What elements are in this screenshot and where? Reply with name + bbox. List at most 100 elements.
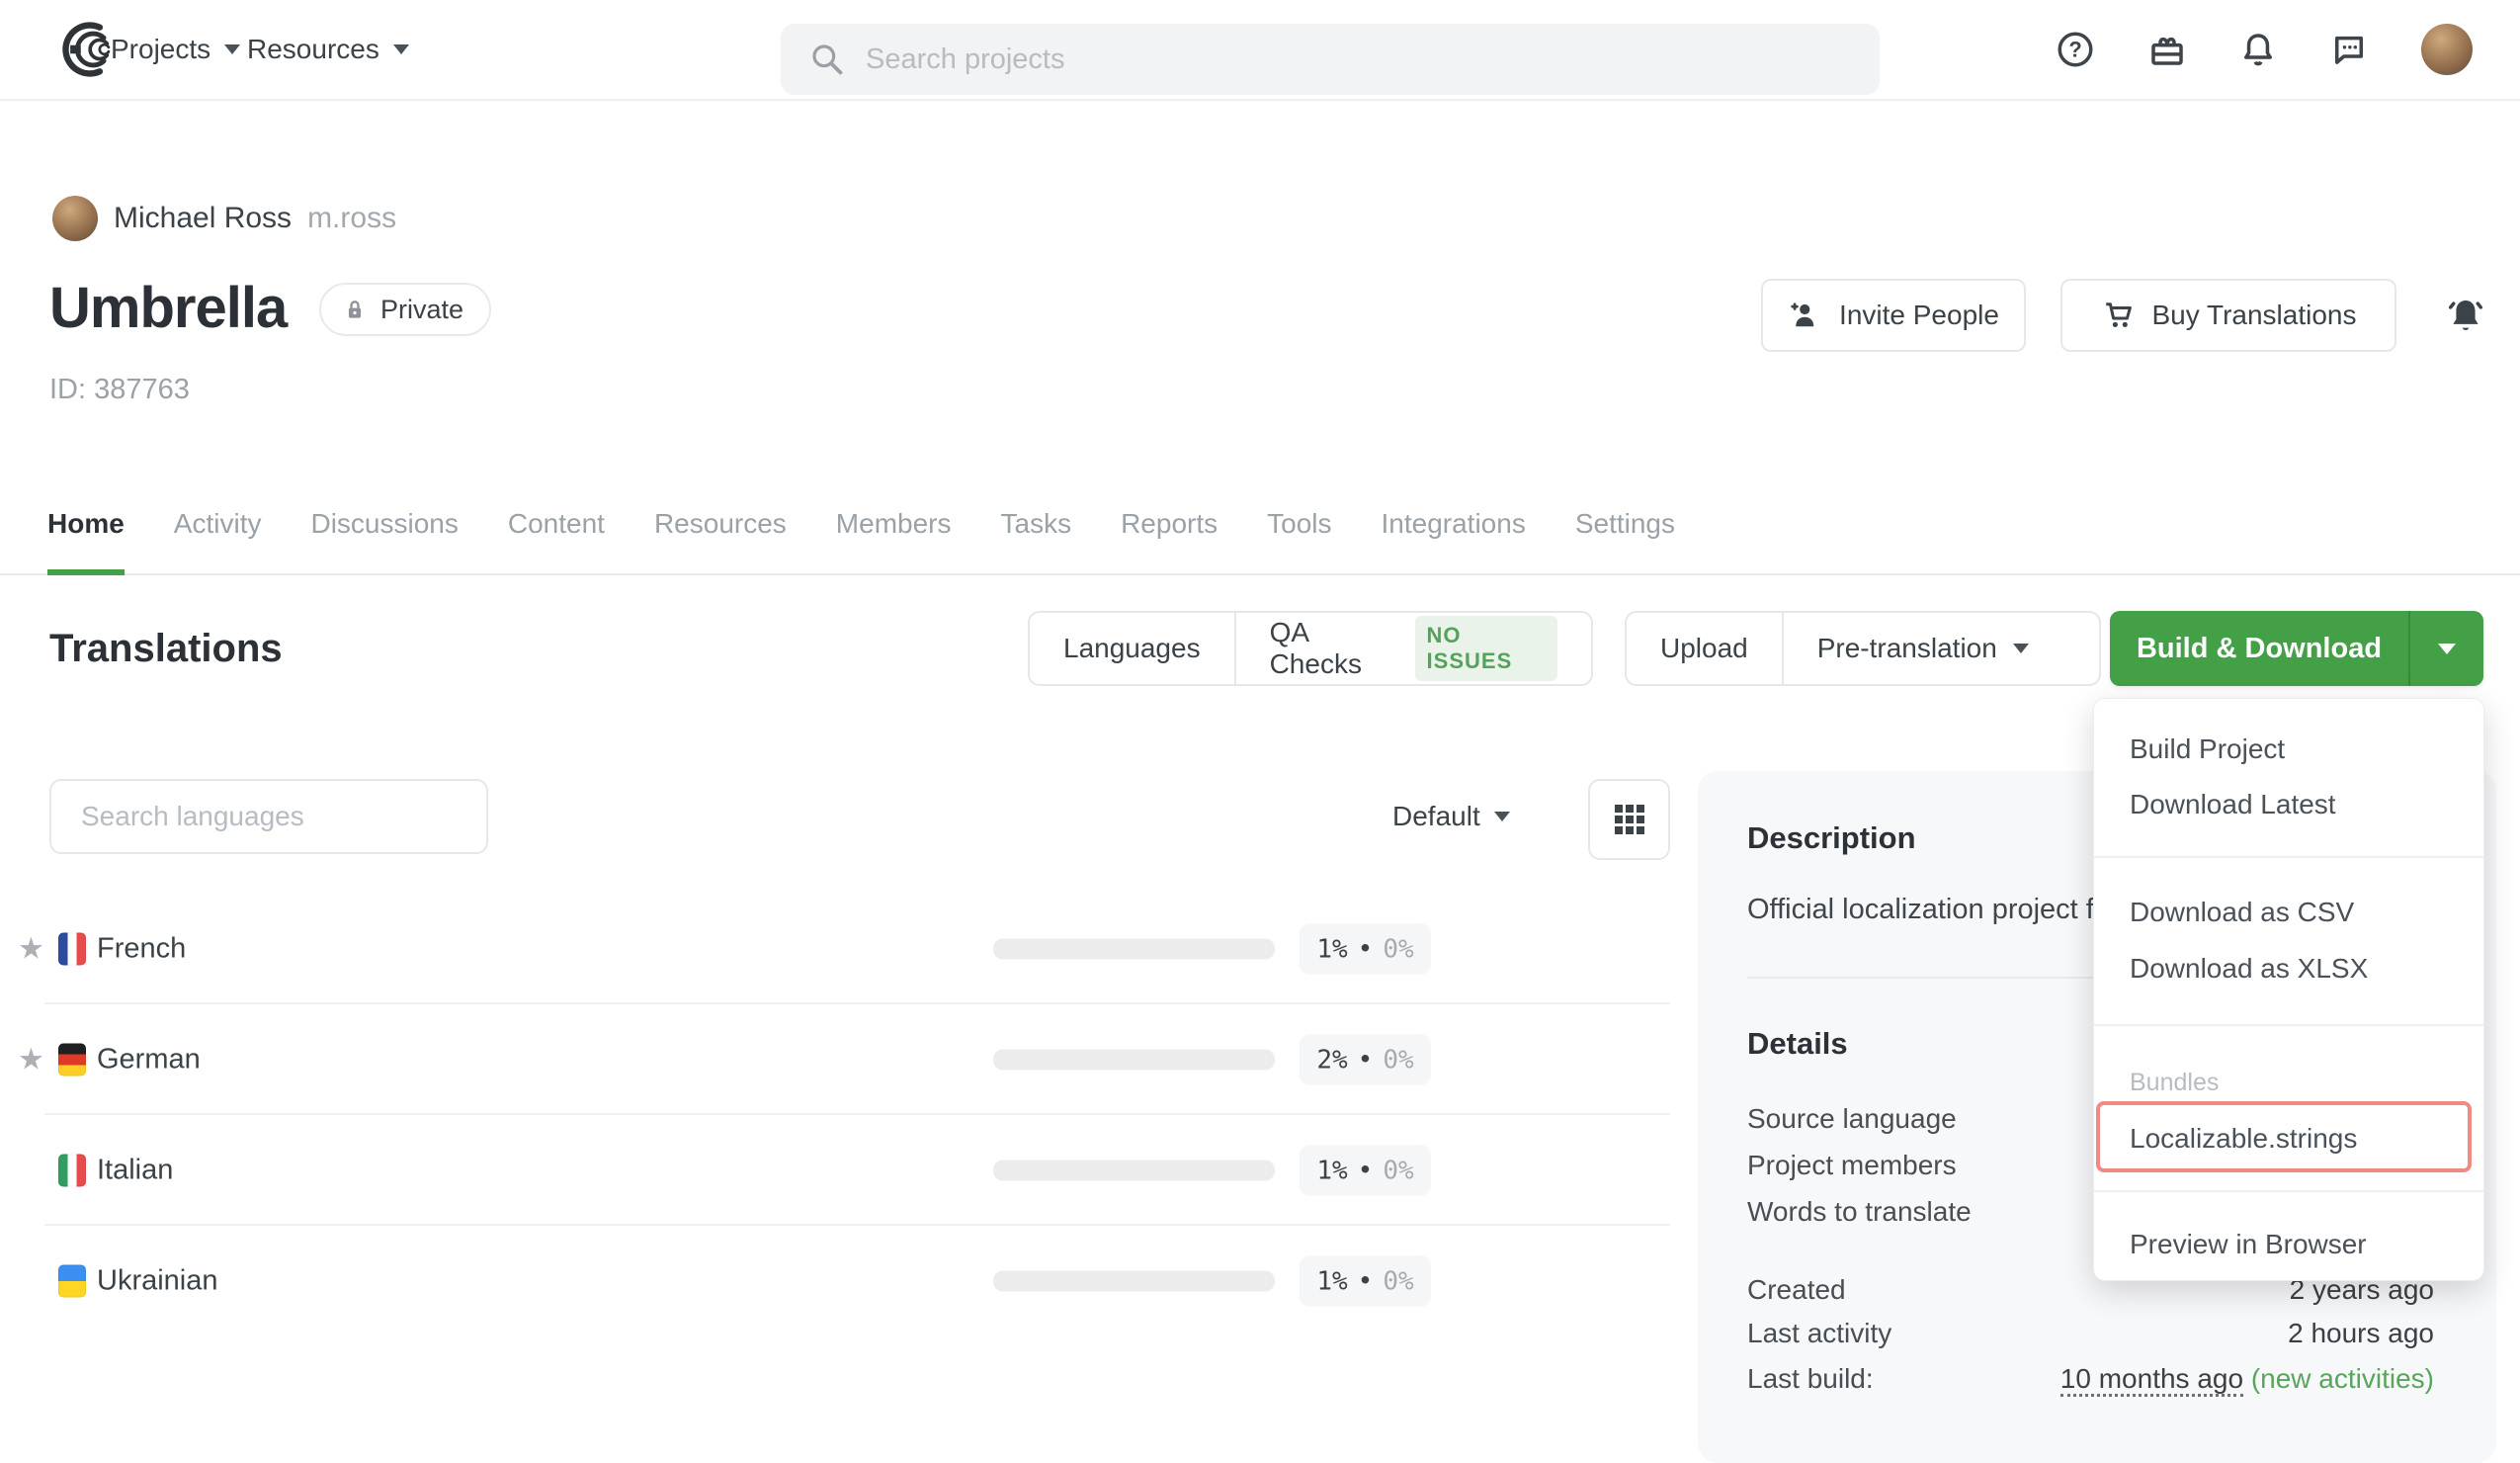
detail-row-last-build: Last build: 10 months ago (new activitie… [1747, 1363, 2434, 1395]
detail-row-last-activity: Last activity 2 hours ago [1747, 1318, 2434, 1349]
help-icon[interactable]: ? [2055, 29, 2096, 70]
translations-heading: Translations [49, 627, 283, 671]
tab-content[interactable]: Content [508, 492, 605, 575]
app-logo[interactable] [51, 16, 119, 83]
dot-separator: • [1358, 934, 1374, 964]
chevron-down-icon [393, 44, 409, 54]
approved-percent: 0% [1383, 1266, 1413, 1296]
messages-icon[interactable] [2328, 29, 2370, 70]
nav-projects-menu[interactable]: Projects [111, 0, 240, 99]
menu-item-download-csv[interactable]: Download as CSV [2130, 897, 2354, 928]
dot-separator: • [1358, 1045, 1374, 1075]
nav-resources-menu[interactable]: Resources [247, 0, 409, 99]
language-list: ★ French 1% • 0% ★ German 2% • 0% Italia… [0, 894, 1680, 1338]
menu-item-preview-in-browser[interactable]: Preview in Browser [2130, 1229, 2367, 1260]
menu-section-bundles: Bundles [2130, 1069, 2219, 1097]
privacy-badge: Private [319, 283, 491, 336]
menu-item-build-project[interactable]: Build Project [2130, 733, 2285, 765]
upload-button[interactable]: Upload [1627, 613, 1782, 684]
approved-percent: 0% [1383, 934, 1413, 964]
menu-divider [2094, 1190, 2483, 1192]
privacy-badge-label: Private [380, 295, 463, 325]
page-title: Umbrella [49, 275, 287, 341]
detail-value: 2 hours ago [2288, 1318, 2434, 1349]
pretranslation-button[interactable]: Pre-translation [1782, 613, 2062, 684]
approved-percent: 0% [1383, 1045, 1413, 1075]
user-avatar[interactable] [2421, 24, 2473, 75]
tab-activity[interactable]: Activity [174, 492, 262, 575]
language-name[interactable]: French [97, 933, 186, 966]
translation-progress-bar [993, 939, 1275, 960]
tab-tasks[interactable]: Tasks [1001, 492, 1072, 575]
language-name[interactable]: Italian [97, 1155, 173, 1187]
translation-progress-bar [993, 1050, 1275, 1071]
detail-label: Project members [1747, 1150, 1957, 1181]
progress-badge: 1% • 0% [1300, 924, 1431, 975]
translation-progress-bar [993, 1161, 1275, 1181]
menu-item-download-latest[interactable]: Download Latest [2130, 789, 2336, 820]
top-navbar: Projects Resources ? [0, 0, 2520, 101]
new-activities-link[interactable]: (new activities) [2251, 1363, 2434, 1394]
invite-people-button[interactable]: Invite People [1761, 279, 2026, 352]
languages-button[interactable]: Languages [1030, 613, 1234, 684]
languages-qa-group: Languages QA Checks NO ISSUES [1028, 611, 1593, 686]
gift-icon[interactable] [2146, 29, 2188, 70]
language-row-french[interactable]: ★ French 1% • 0% [0, 894, 1680, 1004]
detail-label: Last activity [1747, 1318, 1891, 1349]
bell-icon[interactable] [2237, 29, 2279, 70]
svg-text:?: ? [2068, 37, 2081, 61]
german-flag-icon [58, 1044, 86, 1076]
project-notifications-bell-icon[interactable] [2443, 293, 2488, 338]
sort-dropdown[interactable]: Default [1392, 789, 1510, 844]
build-download-menu-toggle[interactable] [2408, 611, 2483, 686]
last-build-link[interactable]: 10 months ago [2060, 1363, 2243, 1397]
tab-resources[interactable]: Resources [654, 492, 787, 575]
tab-members[interactable]: Members [836, 492, 952, 575]
tab-discussions[interactable]: Discussions [310, 492, 458, 575]
project-owner[interactable]: Michael Ross m.ross [52, 196, 396, 241]
build-download-button[interactable]: Build & Download [2110, 611, 2408, 686]
owner-username: m.ross [307, 202, 396, 235]
qa-checks-button[interactable]: QA Checks NO ISSUES [1234, 613, 1591, 684]
menu-item-localizable-strings[interactable]: Localizable.strings [2130, 1123, 2357, 1155]
grid-view-icon [1615, 805, 1644, 834]
menu-item-download-xlsx[interactable]: Download as XLSX [2130, 953, 2368, 985]
detail-label: Last build: [1747, 1363, 1874, 1395]
lock-icon [341, 296, 369, 323]
star-icon[interactable]: ★ [18, 932, 44, 967]
buy-translations-button[interactable]: Buy Translations [2060, 279, 2396, 352]
star-icon[interactable]: ★ [18, 1043, 44, 1077]
tab-tools[interactable]: Tools [1267, 492, 1331, 575]
language-row-ukrainian[interactable]: Ukrainian 1% • 0% [0, 1226, 1680, 1336]
sort-selected-label: Default [1392, 801, 1480, 832]
language-name[interactable]: Ukrainian [97, 1265, 218, 1298]
project-search[interactable] [781, 24, 1880, 95]
chevron-down-icon [2013, 644, 2029, 653]
project-id: ID: 387763 [49, 374, 190, 406]
language-search-input[interactable] [79, 800, 459, 833]
tab-reports[interactable]: Reports [1121, 492, 1218, 575]
tab-settings[interactable]: Settings [1575, 492, 1675, 575]
tab-integrations[interactable]: Integrations [1382, 492, 1526, 575]
view-switcher-button[interactable] [1588, 779, 1670, 860]
tab-home[interactable]: Home [47, 492, 125, 575]
chevron-down-icon [1494, 812, 1510, 821]
buy-translations-label: Buy Translations [2152, 300, 2357, 331]
language-name[interactable]: German [97, 1044, 201, 1076]
translated-percent: 2% [1316, 1045, 1347, 1075]
search-input[interactable] [864, 43, 1757, 77]
search-icon [808, 41, 846, 78]
dot-separator: • [1358, 1266, 1374, 1296]
invite-people-label: Invite People [1839, 300, 1999, 331]
language-row-german[interactable]: ★ German 2% • 0% [0, 1004, 1680, 1115]
translation-progress-bar [993, 1271, 1275, 1292]
approved-percent: 0% [1383, 1156, 1413, 1185]
menu-divider [2094, 856, 2483, 858]
language-row-italian[interactable]: Italian 1% • 0% [0, 1115, 1680, 1226]
nav-projects-label: Projects [111, 34, 210, 65]
owner-avatar[interactable] [52, 196, 98, 241]
cart-icon [2101, 298, 2137, 333]
french-flag-icon [58, 933, 86, 966]
qa-status-badge: NO ISSUES [1415, 616, 1557, 681]
language-search[interactable] [49, 779, 488, 854]
